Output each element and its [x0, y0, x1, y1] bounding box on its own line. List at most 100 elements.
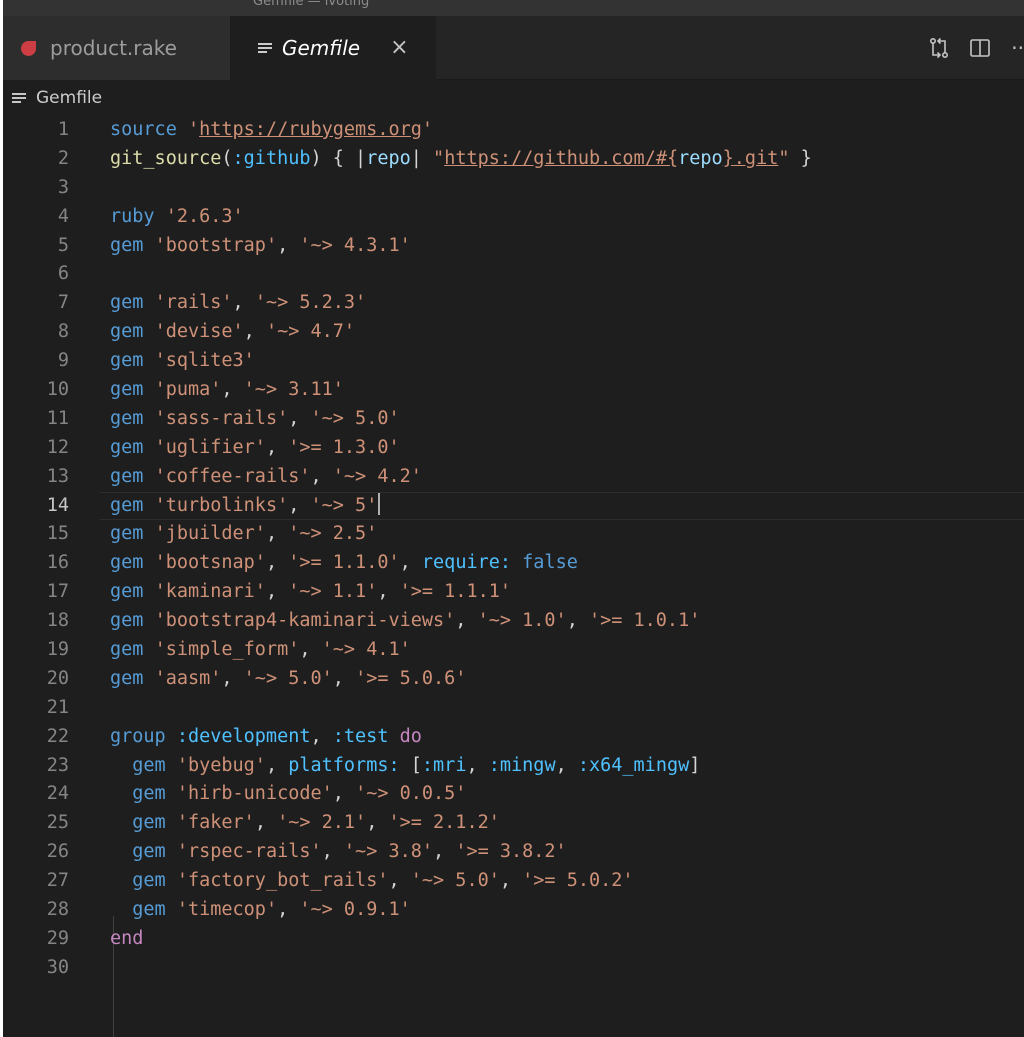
code-line[interactable]: 5 gem 'bootstrap', '~> 4.3.1': [3, 232, 1024, 261]
code-line[interactable]: 6: [3, 260, 1024, 289]
more-actions-icon[interactable]: ··: [1011, 36, 1024, 60]
code-token: platforms:: [288, 754, 400, 776]
code-line[interactable]: 4 ruby '2.6.3': [3, 203, 1024, 232]
code-token: false: [522, 552, 578, 574]
code-line[interactable]: 10 gem 'puma', '~> 3.11': [3, 376, 1024, 405]
code-line[interactable]: 20 gem 'aasm', '~> 5.0', '>= 5.0.6': [3, 665, 1024, 694]
code-line[interactable]: 18 gem 'bootstrap4-kaminari-views', '~> 1…: [3, 607, 1024, 636]
line-number: 8: [57, 321, 69, 343]
code-token: gem: [110, 494, 155, 516]
code-token: ,: [221, 667, 244, 689]
code-token: '~> 3.11': [243, 379, 344, 401]
code-token: ': [187, 119, 200, 140]
code-token: 'kaminari': [154, 581, 266, 603]
code-line[interactable]: 22 group :development, :test do: [3, 723, 1024, 752]
code-token: gem: [110, 523, 155, 545]
code-line[interactable]: 23 gem 'byebug', platforms: [:mri, :ming…: [3, 752, 1024, 781]
close-icon[interactable]: ×: [390, 37, 408, 59]
code-line[interactable]: 11 gem 'sass-rails', '~> 5.0': [3, 405, 1024, 434]
git-compare-icon[interactable]: [929, 37, 949, 59]
line-number: 21: [46, 696, 69, 718]
code-line[interactable]: 1 source 'https://rubygems.org': [3, 116, 1024, 145]
code-token: '>= 1.3.0': [288, 436, 400, 458]
code-line[interactable]: 9 gem 'sqlite3': [3, 347, 1024, 376]
code-line[interactable]: 14 gem 'turbolinks', '~> 5': [3, 491, 1024, 521]
code-token: gem: [110, 350, 155, 372]
code-line[interactable]: 30: [3, 954, 1024, 983]
code-line[interactable]: 15 gem 'jbuilder', '~> 2.5': [3, 520, 1024, 549]
text-cursor: [378, 492, 381, 515]
tab-product-rake[interactable]: product.rake: [3, 16, 230, 80]
line-code: gem 'sqlite3': [110, 347, 255, 376]
code-token: ,: [366, 812, 389, 834]
code-line[interactable]: 29 end: [3, 925, 1024, 954]
line-number: 22: [46, 725, 69, 747]
code-token: 'simple_form': [154, 639, 300, 661]
line-code: gem 'rails', '~> 5.2.3': [110, 289, 366, 318]
code-token: ,: [288, 494, 311, 516]
code-token: gem: [110, 581, 155, 603]
code-line[interactable]: 12 gem 'uglifier', '>= 1.3.0': [3, 434, 1024, 463]
line-number: 4: [57, 205, 69, 227]
code-token: gem: [110, 321, 155, 343]
code-line[interactable]: 16 gem 'bootsnap', '>= 1.1.0', require: f…: [3, 549, 1024, 578]
line-code: gem 'turbolinks', '~> 5': [110, 492, 381, 521]
code-line[interactable]: 19 gem 'simple_form', '~> 4.1': [3, 636, 1024, 665]
line-code: gem 'bootstrap', '~> 4.3.1': [110, 232, 411, 261]
code-line[interactable]: 3: [3, 174, 1024, 203]
code-line[interactable]: 13 gem 'coffee-rails', '~> 4.2': [3, 463, 1024, 492]
code-lines: 1 source 'https://rubygems.org' 2 git_sourc…: [3, 116, 1024, 983]
code-line[interactable]: 17 gem 'kaminari', '~> 1.1', '>= 1.1.1': [3, 578, 1024, 607]
code-token: ,: [232, 292, 255, 314]
code-token: ,: [388, 870, 411, 892]
code-token: 'jbuilder': [154, 523, 266, 545]
line-code: gem 'sass-rails', '~> 5.0': [110, 405, 400, 434]
line-number: 15: [46, 523, 69, 545]
tab-gemfile[interactable]: Gemfile ×: [230, 16, 436, 80]
code-token: gem: [132, 841, 177, 863]
line-number: 7: [57, 292, 69, 314]
code-token: '~> 1.1': [288, 581, 378, 603]
breadcrumb[interactable]: Gemfile: [3, 80, 1024, 116]
line-code: gem 'timecop', '~> 0.9.1': [110, 896, 411, 925]
line-code: gem 'bootstrap4-kaminari-views', '~> 1.0…: [110, 607, 700, 636]
code-token: '2.6.3': [165, 205, 244, 227]
line-number: 19: [46, 639, 69, 661]
code-token: ,: [254, 812, 278, 834]
code-token: }: [722, 147, 734, 169]
code-token: require:: [421, 552, 512, 574]
code-token: gem: [110, 234, 155, 256]
code-line[interactable]: 7 gem 'rails', '~> 5.2.3': [3, 289, 1024, 318]
line-number: 28: [46, 899, 69, 921]
code-token: 'puma': [154, 379, 222, 401]
code-line[interactable]: 8 gem 'devise', '~> 4.7': [3, 318, 1024, 347]
line-code: source 'https://rubygems.org': [110, 116, 433, 145]
code-line[interactable]: 25 gem 'faker', '~> 2.1', '>= 2.1.2': [3, 809, 1024, 838]
code-token: ,: [265, 436, 289, 458]
line-number: 9: [57, 350, 69, 372]
code-line[interactable]: 27 gem 'factory_bot_rails', '~> 5.0', '>…: [3, 867, 1024, 896]
code-line[interactable]: 24 gem 'hirb-unicode', '~> 0.0.5': [3, 780, 1024, 809]
code-line[interactable]: 28 gem 'timecop', '~> 0.9.1': [3, 896, 1024, 925]
code-token: '~> 2.1': [277, 812, 367, 834]
code-token: '>= 2.1.2': [388, 812, 500, 834]
code-token: git_source: [110, 147, 222, 169]
code-token: '~> 0.0.5': [355, 783, 467, 805]
code-token: '~> 4.3.1': [299, 234, 411, 256]
code-token: :mri: [421, 754, 467, 776]
line-code: gem 'byebug', platforms: [:mri, :mingw, …: [110, 752, 700, 781]
code-line[interactable]: 2 git_source(:github) { |repo| "https://g…: [3, 145, 1024, 174]
code-editor[interactable]: 1 source 'https://rubygems.org' 2 git_sourc…: [3, 116, 1024, 1037]
line-number: 18: [46, 610, 69, 632]
code-token: 'hirb-unicode': [176, 783, 333, 805]
code-line[interactable]: 26 gem 'rspec-rails', '~> 3.8', '>= 3.8.…: [3, 838, 1024, 867]
code-token: '~> 5.0': [310, 407, 400, 429]
split-editor-icon[interactable]: [969, 37, 991, 59]
code-line[interactable]: 21: [3, 694, 1024, 723]
code-token: '~> 0.9.1': [299, 899, 411, 921]
code-token: 'timecop': [176, 899, 278, 921]
